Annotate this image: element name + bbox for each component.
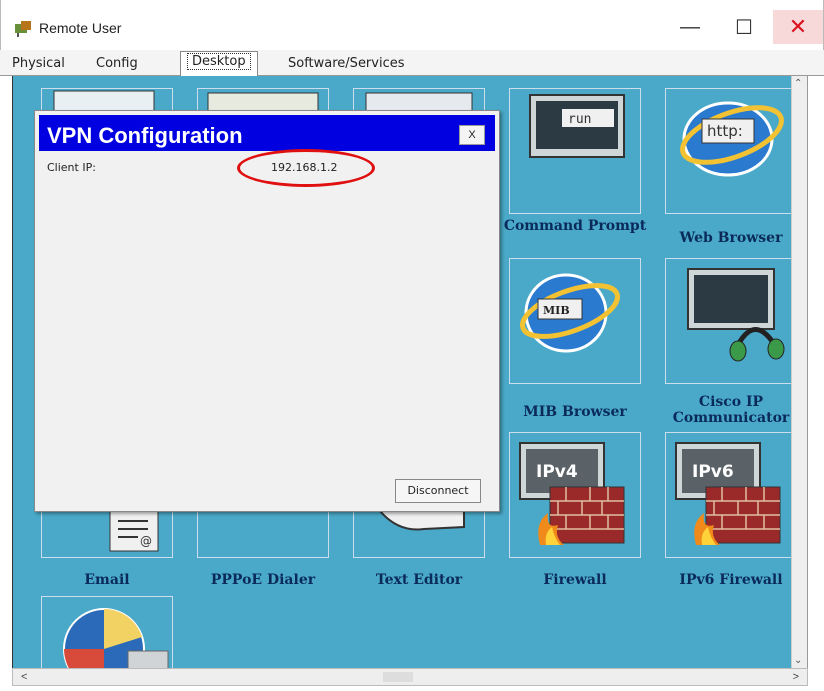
dialog-titlebar: VPN Configuration [39,115,495,151]
scroll-right-icon[interactable]: > [793,671,799,683]
scroll-thumb[interactable] [383,672,413,682]
app-label-text-editor[interactable]: Text Editor [341,572,497,588]
highlight-ellipse [237,149,375,187]
svg-text:@: @ [140,534,152,548]
scroll-left-icon[interactable]: < [21,671,27,683]
app-label-mib-browser[interactable]: MIB Browser [497,404,653,420]
app-label-web-browser[interactable]: Web Browser [653,230,807,246]
web-browser-icon: http: [680,101,784,177]
client-ip-label: Client IP: [47,161,96,174]
app-label-ipv6-firewall[interactable]: IPv6 Firewall [653,572,807,588]
app-tile-firewall[interactable]: IPv4 [509,432,641,558]
scroll-up-icon[interactable]: ⌃ [794,78,802,89]
mib-browser-icon: MIB [520,273,620,353]
disconnect-button[interactable]: Disconnect [395,479,481,503]
tab-software-services[interactable]: Software/Services [282,54,411,74]
mib-browser-badge: MIB [543,304,570,317]
close-icon: ✕ [788,14,808,39]
app-label-pppoe-dialer[interactable]: PPPoE Dialer [185,572,341,588]
app-label-firewall[interactable]: Firewall [497,572,653,588]
app-icon [15,21,31,37]
app-label-email[interactable]: Email [29,572,185,588]
horizontal-scrollbar[interactable]: < > [12,668,808,686]
command-prompt-icon: run [529,94,625,158]
maximize-icon: ☐ [735,16,753,39]
ipv6-firewall-badge: IPv6 [692,462,734,482]
tab-config[interactable]: Config [90,54,144,74]
dialog-title: VPN Configuration [47,123,243,148]
tab-desktop[interactable]: Desktop [180,51,258,77]
web-browser-badge: http: [707,122,743,140]
app-tile-mib-browser[interactable]: MIB [509,258,641,384]
window-title: Remote User [39,20,122,36]
tab-desktop-label: Desktop [187,53,251,70]
cisco-ip-communicator-icon [687,268,785,362]
app-label-command-prompt[interactable]: Command Prompt [497,218,653,234]
minimize-icon: — [680,15,700,38]
scroll-down-icon[interactable]: ⌄ [794,655,802,666]
vertical-scrollbar[interactable]: ⌃ ⌄ [791,76,807,668]
window-titlebar: Remote User — ☐ ✕ [0,0,824,52]
dialog-close-button[interactable]: X [459,125,485,145]
vpn-configuration-dialog: VPN Configuration X Client IP: 192.168.1… [34,110,500,512]
app-tile-ipv6-firewall[interactable]: IPv6 [665,432,797,558]
command-prompt-badge: run [568,112,591,127]
maximize-button[interactable]: ☐ [719,10,769,44]
app-tile-command-prompt[interactable]: run [509,88,641,214]
tab-bar: Physical Config Desktop Software/Service… [0,50,824,77]
minimize-button[interactable]: — [665,10,715,44]
app-tile-hidden-4[interactable] [41,596,173,668]
ipv6-firewall-icon: IPv6 [675,442,781,545]
app-label-cisco-ip-communicator[interactable]: Cisco IP Communicator [653,394,807,426]
tab-physical[interactable]: Physical [6,54,71,74]
app-tile-cisco-ip-communicator[interactable] [665,258,797,384]
app-tile-web-browser[interactable]: http: [665,88,797,214]
pie-chart-app-icon [63,608,169,668]
firewall-icon: IPv4 [519,442,625,545]
close-window-button[interactable]: ✕ [773,10,823,44]
firewall-badge: IPv4 [536,462,578,482]
